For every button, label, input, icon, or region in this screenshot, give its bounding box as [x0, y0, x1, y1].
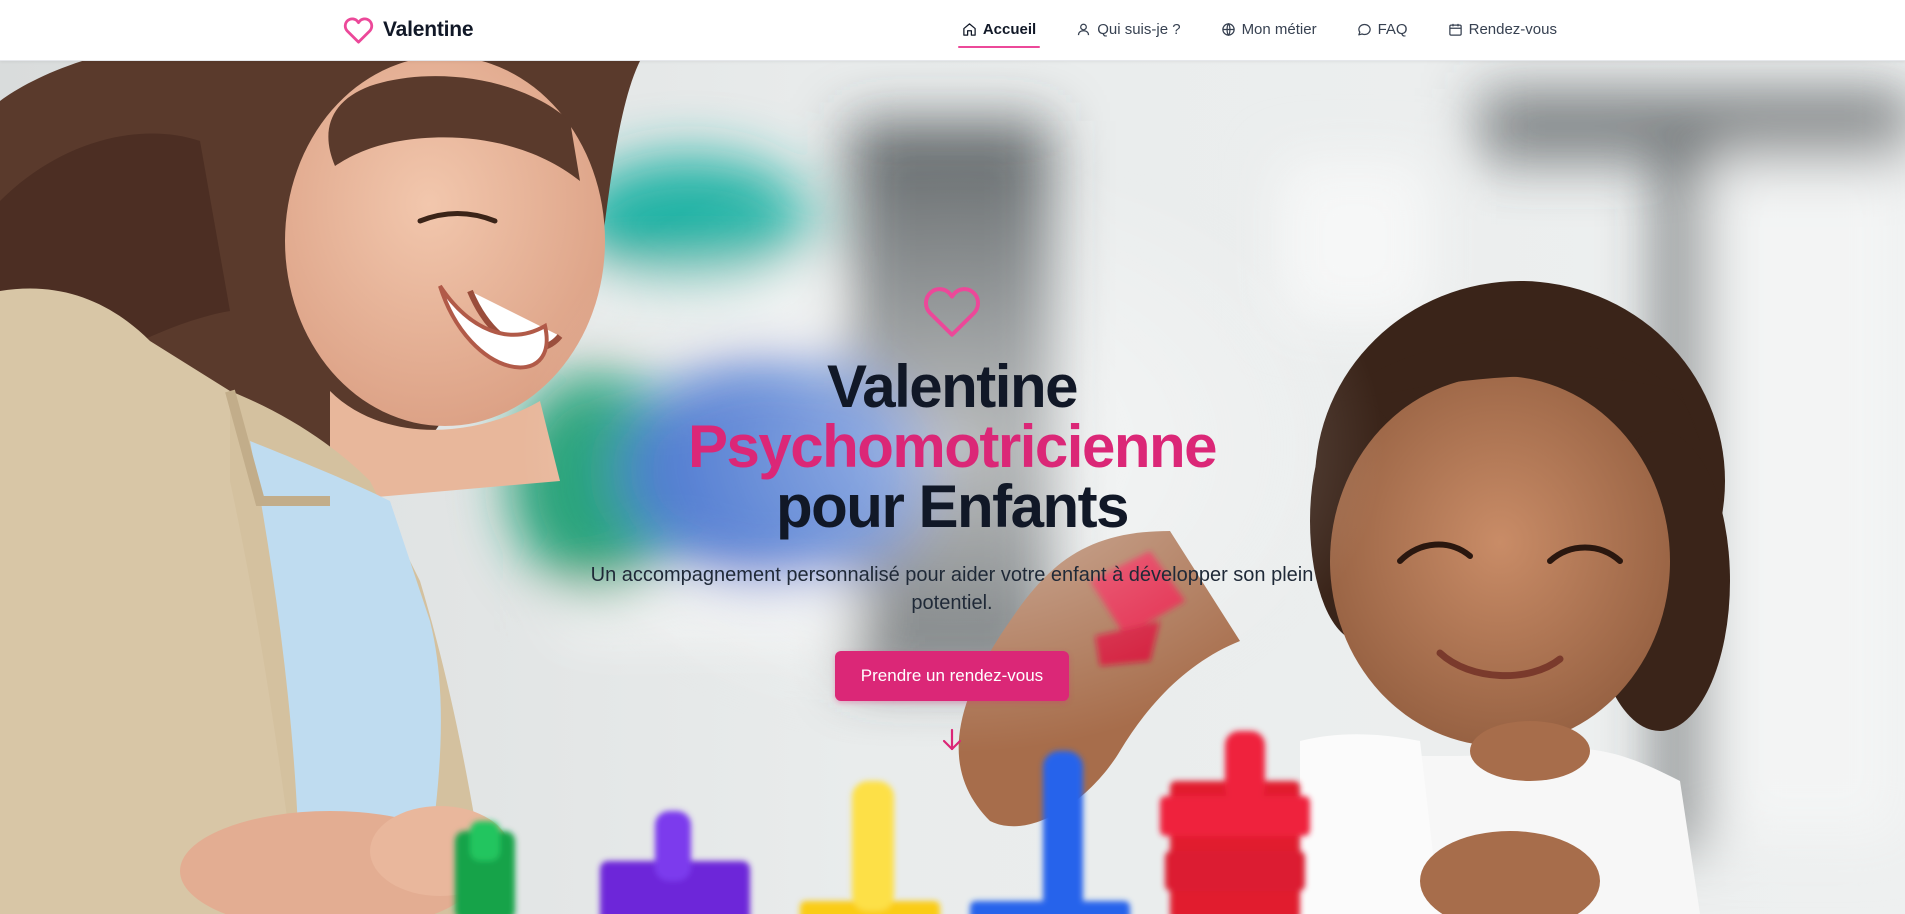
heart-icon: [922, 283, 982, 339]
nav-item-rendez-vous[interactable]: Rendez-vous: [1448, 16, 1557, 42]
site-header: Valentine Accueil Qui suis-je ? Mon méti…: [0, 0, 1905, 61]
nav-item-accueil[interactable]: Accueil: [957, 16, 1041, 48]
nav-label: Rendez-vous: [1468, 20, 1557, 38]
nav-item-faq[interactable]: FAQ: [1357, 16, 1408, 42]
book-appointment-button[interactable]: Prendre un rendez-vous: [835, 651, 1069, 701]
hero-section: Valentine Psychomotricienne pour Enfants…: [0, 61, 1905, 914]
arrow-down-icon[interactable]: [940, 727, 964, 753]
heart-icon: [343, 16, 374, 44]
nav-label: Mon métier: [1241, 20, 1317, 38]
hero-title-name: Valentine: [827, 353, 1078, 420]
user-icon: [1076, 22, 1091, 37]
hero-content: Valentine Psychomotricienne pour Enfants…: [552, 283, 1352, 843]
hero-title-profession: Psychomotricienne: [687, 413, 1218, 480]
nav-label: Accueil: [982, 20, 1037, 38]
globe-icon: [1221, 22, 1236, 37]
nav-item-mon-metier[interactable]: Mon métier: [1221, 16, 1317, 42]
nav-label: FAQ: [1377, 20, 1408, 38]
brand-name: Valentine: [383, 18, 474, 41]
chat-bubble-icon: [1357, 22, 1372, 37]
brand-logo-link[interactable]: Valentine: [343, 14, 474, 46]
calendar-icon: [1448, 22, 1463, 37]
nav-item-qui-suis-je[interactable]: Qui suis-je ?: [1076, 16, 1181, 42]
nav-label: Qui suis-je ?: [1097, 20, 1181, 38]
hero-subtitle: Un accompagnement personnalisé pour aide…: [590, 564, 1314, 614]
main-nav: Accueil Qui suis-je ? Mon métier FAQ Ren…: [957, 16, 1557, 48]
hero-title-audience: pour Enfants: [776, 473, 1130, 540]
home-icon: [962, 22, 977, 37]
